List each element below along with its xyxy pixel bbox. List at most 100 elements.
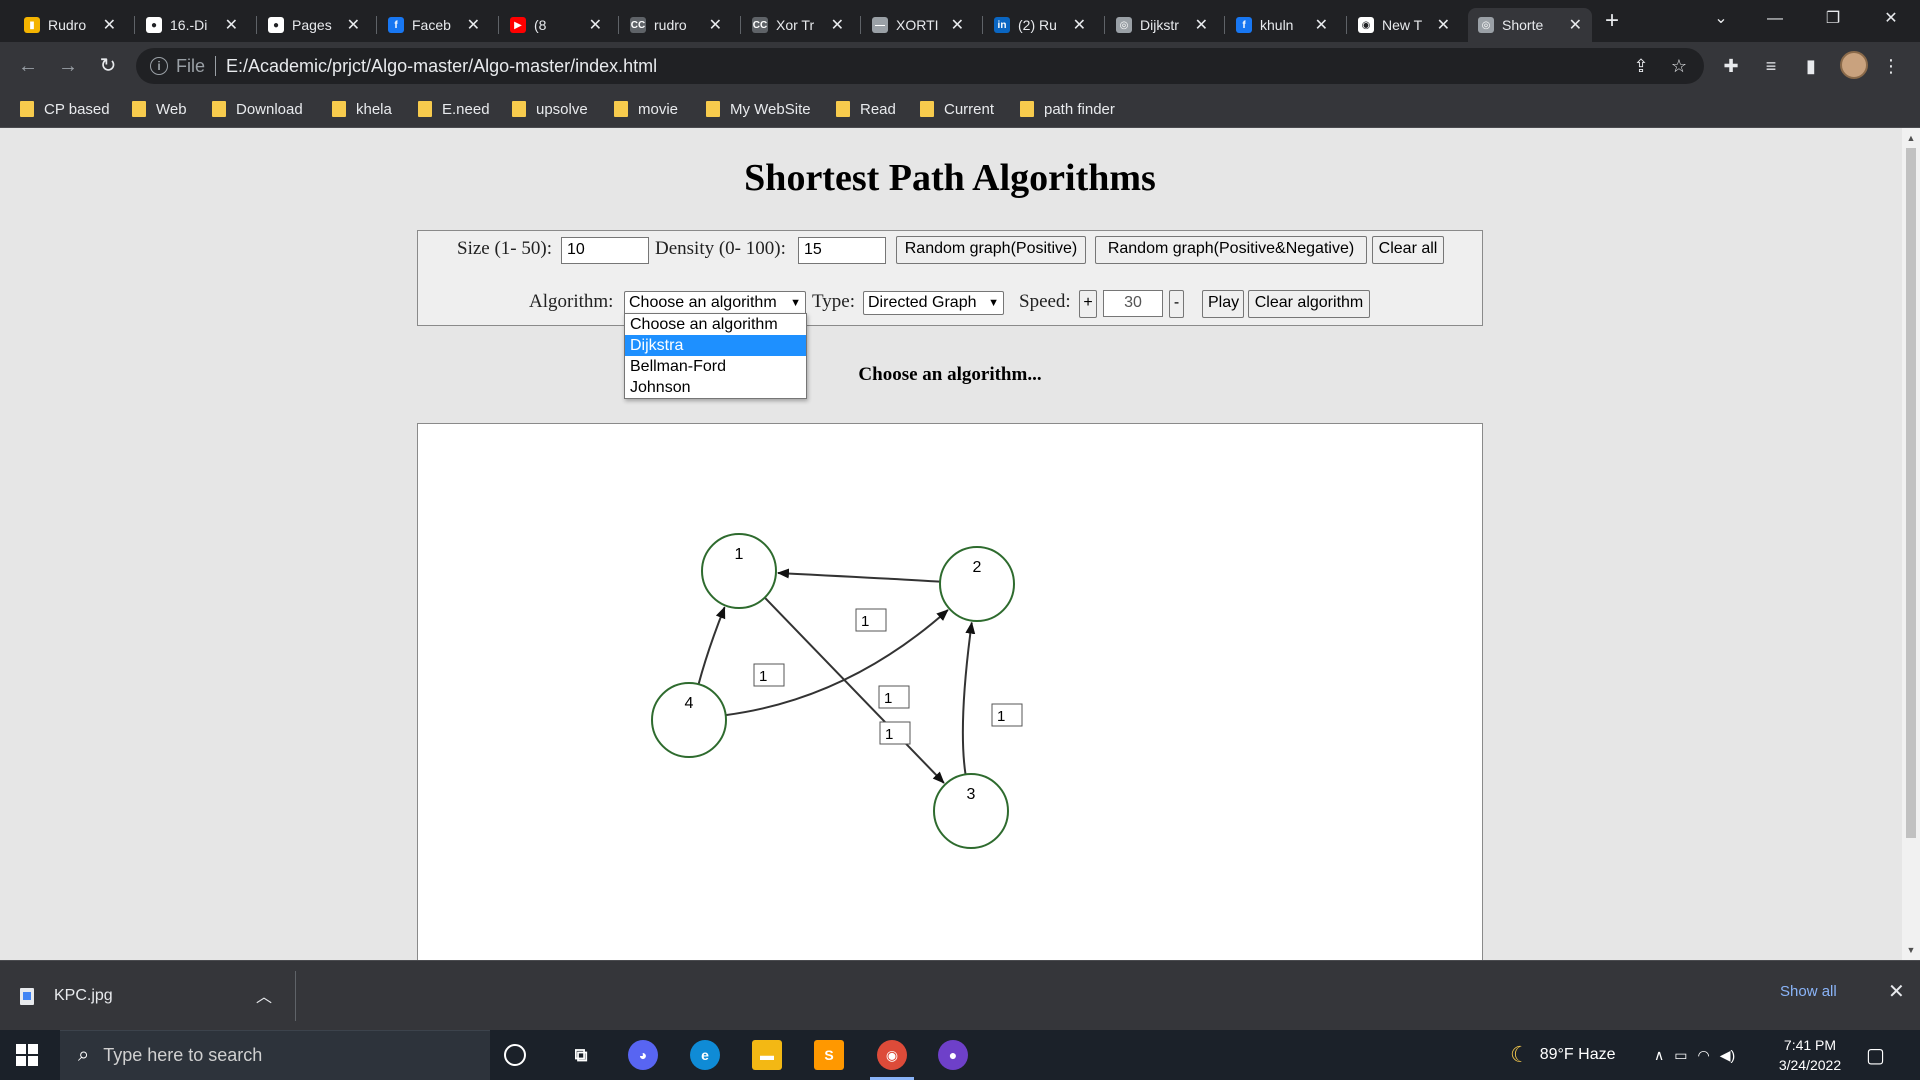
wifi-icon[interactable]: ◠ xyxy=(1697,1047,1709,1064)
bookmark-folder[interactable]: My WebSite xyxy=(706,98,811,120)
address-bar[interactable]: i File E:/Academic/prjct/Algo-master/Alg… xyxy=(136,48,1704,84)
bookmark-star-icon[interactable]: ☆ xyxy=(1668,55,1690,77)
edge-weight-label[interactable]: 1 xyxy=(879,721,911,745)
chrome-icon[interactable]: ◉ xyxy=(877,1040,907,1070)
browser-tab[interactable]: ◎ Dijkstr ✕ xyxy=(1106,8,1218,42)
random-graph-positive-negative-button[interactable]: Random graph(Positive&Negative) xyxy=(1095,236,1367,264)
page-scrollbar[interactable]: ▲ ▼ xyxy=(1902,128,1920,960)
edge-weight-label[interactable]: 1 xyxy=(855,608,887,632)
close-icon[interactable]: ✕ xyxy=(1437,15,1450,35)
github-desktop-icon[interactable]: ● xyxy=(938,1040,968,1070)
system-tray-icons[interactable]: ∧ ▭ ◠ ◀) xyxy=(1654,1030,1735,1080)
bookmark-folder[interactable]: movie xyxy=(614,98,678,120)
graph-edge[interactable] xyxy=(725,609,949,717)
size-input[interactable]: 10 xyxy=(561,237,649,264)
algorithm-select[interactable]: Choose an algorithm ▼ xyxy=(624,291,806,315)
close-icon[interactable]: ✕ xyxy=(709,15,722,35)
scroll-up-icon[interactable]: ▲ xyxy=(1902,130,1920,146)
clear-all-button[interactable]: Clear all xyxy=(1372,236,1444,264)
bookmark-folder[interactable]: upsolve xyxy=(512,98,588,120)
algorithm-option[interactable]: Choose an algorithm xyxy=(625,314,806,335)
close-icon[interactable]: ✕ xyxy=(831,15,844,35)
edge-weight-label[interactable]: 1 xyxy=(991,703,1023,727)
algorithm-option[interactable]: Dijkstra xyxy=(625,335,806,356)
browser-tab[interactable]: ◉ New T ✕ xyxy=(1348,8,1460,42)
graph-edge[interactable] xyxy=(776,568,941,583)
clear-algorithm-button[interactable]: Clear algorithm xyxy=(1248,290,1370,318)
random-graph-positive-button[interactable]: Random graph(Positive) xyxy=(896,236,1086,264)
graph-type-select[interactable]: Directed Graph ▼ xyxy=(863,291,1004,315)
reload-icon[interactable]: ↻ xyxy=(94,52,122,80)
bookmark-folder[interactable]: CP based xyxy=(20,98,110,120)
extensions-icon[interactable]: ✚ xyxy=(1720,55,1742,77)
show-all-downloads-link[interactable]: Show all xyxy=(1780,983,1837,1000)
close-icon[interactable]: ✕ xyxy=(1315,15,1328,35)
graph-node[interactable]: 4 xyxy=(651,682,727,758)
window-close-icon[interactable]: ✕ xyxy=(1868,0,1914,38)
browser-tab[interactable]: — XORTI ✕ xyxy=(862,8,974,42)
profile-avatar[interactable] xyxy=(1840,51,1868,79)
cortana-icon[interactable] xyxy=(504,1044,526,1066)
graph-edge[interactable] xyxy=(763,596,945,784)
browser-tab[interactable]: f khuln ✕ xyxy=(1226,8,1338,42)
browser-tab[interactable]: in (2) Ru ✕ xyxy=(984,8,1096,42)
close-icon[interactable]: ✕ xyxy=(1888,979,1905,1004)
battery-icon[interactable]: ▭ xyxy=(1674,1047,1687,1064)
tab-search-icon[interactable]: ⌄ xyxy=(1698,0,1744,38)
browser-tab[interactable]: ▶ (8 ✕ xyxy=(500,8,612,42)
bookmark-folder[interactable]: path finder xyxy=(1020,98,1115,120)
minimize-icon[interactable]: — xyxy=(1752,0,1798,38)
browser-tab[interactable]: CC rudro ✕ xyxy=(620,8,732,42)
scroll-down-icon[interactable]: ▼ xyxy=(1902,942,1920,958)
edge-icon[interactable]: e xyxy=(690,1040,720,1070)
volume-icon[interactable]: ◀) xyxy=(1720,1047,1735,1064)
close-icon[interactable]: ✕ xyxy=(1195,15,1208,35)
close-icon[interactable]: ✕ xyxy=(1073,15,1086,35)
speed-decrease-button[interactable]: - xyxy=(1169,290,1184,318)
bookmark-folder[interactable]: Download xyxy=(212,98,303,120)
graph-node[interactable]: 1 xyxy=(701,533,777,609)
speed-input[interactable]: 30 xyxy=(1103,290,1163,317)
graph-node[interactable]: 2 xyxy=(939,546,1015,622)
bookmark-folder[interactable]: E.need xyxy=(418,98,490,120)
bookmark-folder[interactable]: khela xyxy=(332,98,392,120)
graph-svg[interactable]: 1 2 3 4 1 1 1 1 1 xyxy=(418,424,1482,960)
density-input[interactable]: 15 xyxy=(798,237,886,264)
browser-tab[interactable]: ● 16.-Di ✕ xyxy=(136,8,248,42)
file-explorer-icon[interactable]: ▬ xyxy=(752,1040,782,1070)
task-view-icon[interactable]: ⧉ xyxy=(566,1040,596,1070)
notifications-icon[interactable]: ▢ xyxy=(1866,1030,1885,1080)
discord-icon[interactable]: ◕ xyxy=(628,1040,658,1070)
browser-tab[interactable]: ◎ Shorte ✕ xyxy=(1468,8,1592,42)
side-panel-icon[interactable]: ▮ xyxy=(1800,55,1822,77)
algorithm-option[interactable]: Johnson xyxy=(625,377,806,398)
site-info-icon[interactable]: i xyxy=(150,57,168,75)
weather-widget[interactable]: ☾ 89°F Haze xyxy=(1510,1030,1616,1080)
download-item[interactable]: KPC.jpg xyxy=(20,979,113,1013)
browser-tab[interactable]: f Faceb ✕ xyxy=(378,8,490,42)
forward-icon[interactable]: → xyxy=(54,52,82,80)
edge-weight-label[interactable]: 1 xyxy=(878,685,910,709)
speed-increase-button[interactable]: + xyxy=(1079,290,1097,318)
close-icon[interactable]: ✕ xyxy=(103,15,116,35)
algorithm-option[interactable]: Bellman-Ford xyxy=(625,356,806,377)
bookmark-folder[interactable]: Web xyxy=(132,98,187,120)
close-icon[interactable]: ✕ xyxy=(1569,15,1582,35)
bookmark-folder[interactable]: Current xyxy=(920,98,994,120)
close-icon[interactable]: ✕ xyxy=(347,15,360,35)
menu-icon[interactable]: ⋮ xyxy=(1880,55,1902,77)
close-icon[interactable]: ✕ xyxy=(225,15,238,35)
back-icon[interactable]: ← xyxy=(14,52,42,80)
chevron-up-icon[interactable]: ∧ xyxy=(1654,1047,1664,1064)
browser-tab[interactable]: CC Xor Tr ✕ xyxy=(742,8,854,42)
play-button[interactable]: Play xyxy=(1202,290,1244,318)
windows-start-icon[interactable] xyxy=(16,1044,38,1066)
share-icon[interactable]: ⇪ xyxy=(1630,55,1652,77)
edge-weight-label[interactable]: 1 xyxy=(753,663,785,687)
restore-icon[interactable]: ❐ xyxy=(1810,0,1856,38)
url-text[interactable]: E:/Academic/prjct/Algo-master/Algo-maste… xyxy=(226,56,657,77)
browser-tab[interactable]: ▮ Rudro ✕ xyxy=(14,8,126,42)
reading-list-icon[interactable]: ≡ xyxy=(1760,55,1782,77)
close-icon[interactable]: ✕ xyxy=(467,15,480,35)
graph-canvas[interactable]: 1 2 3 4 1 1 1 1 1 xyxy=(417,423,1483,960)
